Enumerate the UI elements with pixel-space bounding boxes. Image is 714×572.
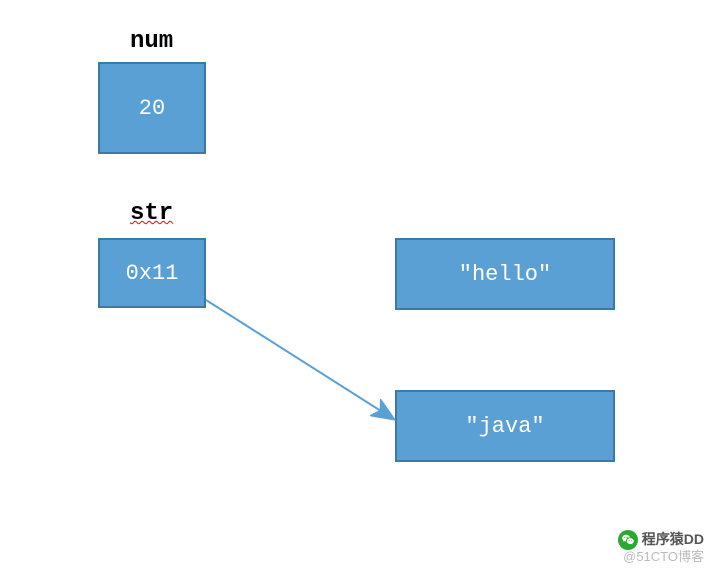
num-value-box: 20: [98, 62, 206, 154]
str-label-text: str: [130, 200, 173, 227]
str-label: str: [130, 200, 173, 227]
num-value: 20: [139, 96, 165, 121]
java-box: "java": [395, 390, 615, 462]
watermark: 程序猿DD @51CTO博客: [618, 530, 704, 564]
watermark-sub: @51CTO博客: [618, 550, 704, 564]
str-addr-box: 0x11: [98, 238, 206, 308]
num-label: num: [130, 28, 173, 55]
java-value: "java": [465, 414, 544, 439]
hello-value: "hello": [459, 262, 551, 287]
watermark-main: 程序猿DD: [642, 532, 704, 547]
wechat-icon: [618, 530, 638, 550]
str-addr: 0x11: [126, 261, 179, 286]
hello-box: "hello": [395, 238, 615, 310]
